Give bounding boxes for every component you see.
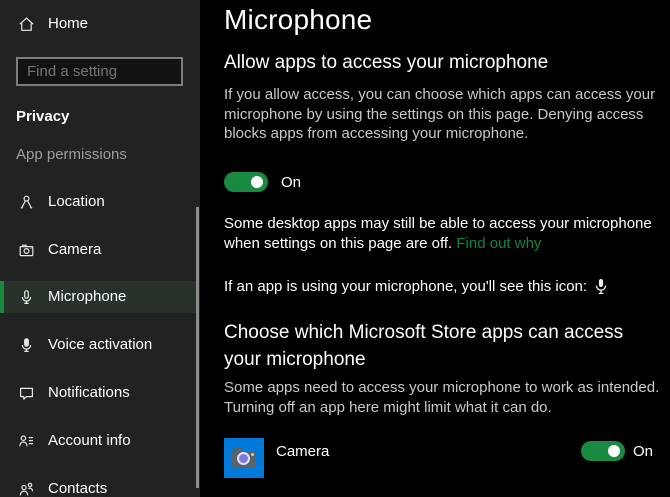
store-section-heading: Choose which Microsoft Store apps can ac… bbox=[224, 322, 624, 370]
search-box[interactable] bbox=[16, 57, 200, 86]
sidebar-item-home[interactable]: Home bbox=[0, 12, 196, 38]
camera-icon bbox=[18, 242, 35, 259]
allow-section-heading: Allow apps to access your microphone bbox=[224, 52, 549, 73]
icon-usage-note: If an app is using your microphone, you'… bbox=[224, 277, 607, 295]
sidebar-item-label: Contacts bbox=[48, 480, 108, 497]
allow-section-description: If you allow access, you can choose whic… bbox=[224, 86, 656, 142]
page-title: Microphone bbox=[224, 4, 373, 35]
notifications-icon bbox=[18, 385, 35, 402]
sidebar-item-label: Notifications bbox=[48, 384, 130, 401]
store-section-description: Some apps need to access your microphone… bbox=[224, 379, 660, 416]
microphone-icon bbox=[18, 289, 35, 306]
sidebar-item-label: Account info bbox=[48, 432, 131, 449]
main-content: Microphone Allow apps to access your mic… bbox=[200, 0, 670, 497]
sidebar-item-contacts[interactable]: Contacts bbox=[0, 473, 196, 497]
settings-sidebar: Home Privacy App permissions Location bbox=[0, 0, 200, 497]
toggle-knob bbox=[608, 445, 620, 457]
app-row-name: Camera bbox=[276, 443, 330, 460]
sidebar-item-location[interactable]: Location bbox=[0, 186, 196, 218]
desktop-apps-note: Some desktop apps may still be able to a… bbox=[224, 214, 670, 253]
sidebar-item-notifications[interactable]: Notifications bbox=[0, 377, 196, 409]
voice-activation-icon bbox=[18, 337, 35, 354]
search-input[interactable] bbox=[18, 63, 200, 80]
camera-app-toggle-state: On bbox=[633, 443, 654, 460]
location-icon bbox=[18, 194, 35, 211]
microphone-access-toggle[interactable] bbox=[224, 172, 268, 192]
sidebar-item-camera[interactable]: Camera bbox=[0, 234, 196, 266]
home-icon bbox=[18, 16, 35, 33]
sidebar-item-microphone[interactable]: Microphone bbox=[0, 281, 196, 313]
desktop-apps-note-text: Some desktop apps may still be able to a… bbox=[224, 215, 652, 252]
camera-app-tile bbox=[224, 438, 264, 478]
camera-app-toggle[interactable] bbox=[581, 441, 625, 461]
icon-usage-note-text: If an app is using your microphone, you'… bbox=[224, 277, 588, 295]
contacts-icon bbox=[18, 481, 35, 497]
sidebar-scrollbar[interactable] bbox=[196, 207, 199, 488]
microphone-in-use-icon bbox=[595, 278, 607, 296]
sidebar-section-privacy: Privacy bbox=[16, 108, 70, 125]
sidebar-item-label: Microphone bbox=[48, 288, 127, 305]
microphone-access-toggle-state: On bbox=[281, 174, 302, 191]
sidebar-item-account-info[interactable]: Account info bbox=[0, 425, 196, 457]
sidebar-item-label: Location bbox=[48, 193, 105, 210]
sidebar-item-label: Voice activation bbox=[48, 336, 153, 353]
sidebar-item-label: Camera bbox=[48, 241, 102, 258]
sidebar-item-voice-activation[interactable]: Voice activation bbox=[0, 329, 196, 361]
account-info-icon bbox=[18, 433, 35, 450]
sidebar-group-app-permissions[interactable]: App permissions bbox=[16, 146, 127, 163]
sidebar-item-label: Home bbox=[48, 15, 89, 32]
toggle-knob bbox=[251, 176, 263, 188]
find-out-why-link[interactable]: Find out why bbox=[456, 235, 541, 252]
